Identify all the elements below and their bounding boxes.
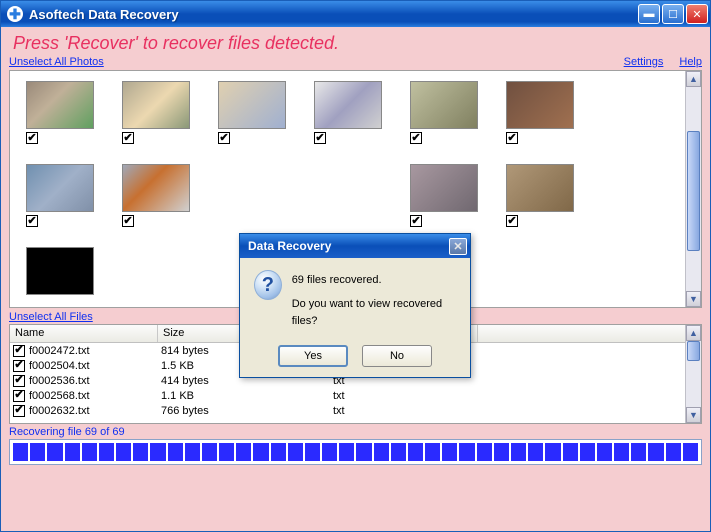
thumbnail-image (122, 81, 190, 129)
thumbnail-checkbox[interactable]: ✔ (26, 215, 38, 227)
scroll-down-icon[interactable]: ▼ (686, 291, 701, 307)
thumbnail-checkbox[interactable]: ✔ (410, 215, 422, 227)
content-area: Press 'Recover' to recover files detecte… (1, 27, 710, 531)
file-size: 766 bytes (161, 405, 333, 417)
top-link-row: Unselect All Photos Settings Help (9, 56, 702, 68)
file-ext: txt (333, 390, 481, 402)
scroll-down-icon[interactable]: ▼ (686, 407, 701, 423)
dialog-titlebar: Data Recovery ✕ (240, 234, 470, 258)
thumbnail-image (122, 164, 190, 212)
app-window: ✚ Asoftech Data Recovery ▬ ☐ ✕ Press 'Re… (0, 0, 711, 532)
thumbnail-image (506, 81, 574, 129)
file-ext: txt (333, 405, 481, 417)
thumbnail-checkbox[interactable]: ✔ (122, 132, 134, 144)
file-name: f0002504.txt (28, 360, 161, 372)
question-icon: ? (254, 270, 282, 300)
file-scrollbar[interactable]: ▲ ▼ (685, 325, 701, 423)
file-name: f0002632.txt (28, 405, 161, 417)
settings-link[interactable]: Settings (624, 56, 664, 68)
thumbnail-checkbox[interactable]: ✔ (410, 132, 422, 144)
dialog-line1: 69 files recovered. (292, 272, 456, 290)
progress-bar (9, 439, 702, 465)
thumbnail-checkbox[interactable]: ✔ (26, 132, 38, 144)
close-button[interactable]: ✕ (686, 4, 708, 24)
col-name[interactable]: Name (10, 325, 158, 342)
titlebar: ✚ Asoftech Data Recovery ▬ ☐ ✕ (1, 1, 710, 27)
unselect-all-files-link[interactable]: Unselect All Files (9, 311, 93, 323)
file-checkbox[interactable]: ✔ (13, 345, 25, 357)
file-name: f0002472.txt (28, 345, 161, 357)
thumb-row-2: ✔ ✔ ✔ ✔ ✔ ✔ (14, 160, 697, 231)
thumbnail-image (506, 164, 574, 212)
thumbnail-item[interactable]: ✔ (218, 81, 286, 144)
file-checkbox[interactable]: ✔ (13, 375, 25, 387)
dialog-buttons: Yes No (254, 345, 456, 367)
thumb-row-1: ✔ ✔ ✔ ✔ ✔ ✔ (14, 77, 697, 148)
file-row[interactable]: ✔f0002632.txt766 bytestxt (10, 403, 701, 418)
thumbnail-checkbox[interactable]: ✔ (506, 215, 518, 227)
thumbnail-item[interactable]: ✔ (410, 81, 478, 144)
file-row[interactable]: ✔f0002568.txt1.1 KBtxt (10, 388, 701, 403)
thumbnail-item[interactable]: ✔ (122, 81, 190, 144)
instruction-text: Press 'Recover' to recover files detecte… (13, 33, 702, 54)
window-controls: ▬ ☐ ✕ (638, 4, 708, 24)
maximize-button[interactable]: ☐ (662, 4, 684, 24)
file-checkbox[interactable]: ✔ (13, 360, 25, 372)
dialog-body: ? 69 files recovered. Do you want to vie… (240, 258, 470, 377)
yes-button[interactable]: Yes (278, 345, 348, 367)
thumbnail-item[interactable]: ✔ (506, 81, 574, 144)
status-text: Recovering file 69 of 69 (9, 426, 702, 438)
thumbnail-item[interactable]: ✔ (122, 164, 190, 227)
help-links: Settings Help (624, 56, 702, 68)
file-size: 1.1 KB (161, 390, 333, 402)
thumbnail-item[interactable] (26, 247, 94, 295)
scroll-thumb[interactable] (687, 341, 700, 361)
photo-scrollbar[interactable]: ▲ ▼ (685, 71, 701, 307)
app-icon: ✚ (7, 6, 23, 22)
dialog-title: Data Recovery (248, 239, 449, 253)
thumbnail-image (218, 81, 286, 129)
scroll-thumb[interactable] (687, 131, 700, 251)
thumbnail-image (26, 164, 94, 212)
file-checkbox[interactable]: ✔ (13, 405, 25, 417)
dialog-text: 69 files recovered. Do you want to view … (292, 270, 456, 331)
thumbnail-item[interactable]: ✔ (26, 164, 94, 227)
dialog-line2: Do you want to view recovered files? (292, 296, 456, 331)
thumbnail-image (410, 81, 478, 129)
scroll-up-icon[interactable]: ▲ (686, 71, 701, 87)
thumbnail-checkbox[interactable]: ✔ (122, 215, 134, 227)
thumbnail-item[interactable]: ✔ (506, 164, 574, 227)
file-name: f0002536.txt (28, 375, 161, 387)
scroll-up-icon[interactable]: ▲ (686, 325, 701, 341)
thumbnail-image (314, 81, 382, 129)
unselect-all-photos-link[interactable]: Unselect All Photos (9, 56, 104, 68)
thumbnail-image (410, 164, 478, 212)
thumbnail-checkbox[interactable]: ✔ (314, 132, 326, 144)
thumbnail-item[interactable]: ✔ (314, 81, 382, 144)
thumbnail-item[interactable]: ✔ (26, 81, 94, 144)
minimize-button[interactable]: ▬ (638, 4, 660, 24)
dialog-close-button[interactable]: ✕ (449, 238, 467, 255)
no-button[interactable]: No (362, 345, 432, 367)
help-link[interactable]: Help (679, 56, 702, 68)
file-checkbox[interactable]: ✔ (13, 390, 25, 402)
thumbnail-checkbox[interactable]: ✔ (218, 132, 230, 144)
thumbnail-item[interactable]: ✔ (410, 164, 478, 227)
thumbnail-checkbox[interactable]: ✔ (506, 132, 518, 144)
thumbnail-image (26, 81, 94, 129)
col-blank (478, 325, 701, 342)
recovery-dialog: Data Recovery ✕ ? 69 files recovered. Do… (239, 233, 471, 378)
dialog-message-row: ? 69 files recovered. Do you want to vie… (254, 270, 456, 331)
window-title: Asoftech Data Recovery (29, 7, 638, 22)
file-name: f0002568.txt (28, 390, 161, 402)
thumbnail-image (26, 247, 94, 295)
